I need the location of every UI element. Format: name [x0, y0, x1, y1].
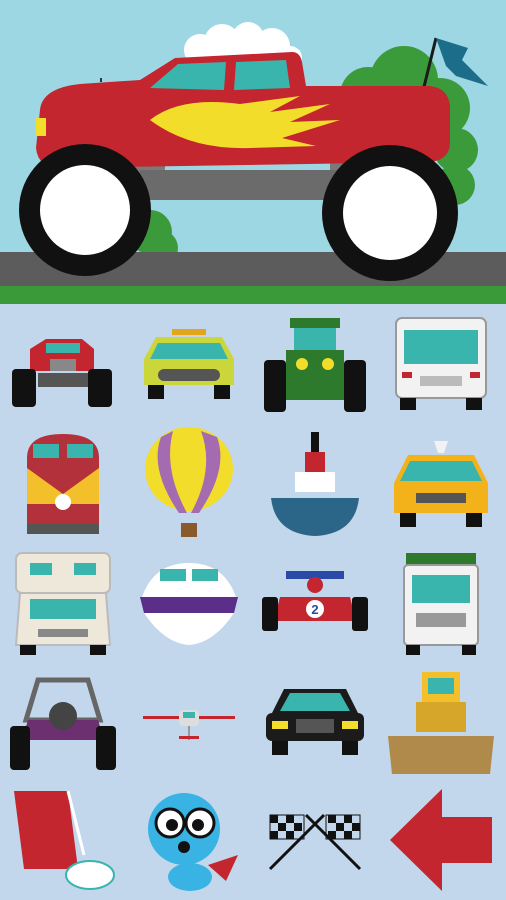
delivery-truck-icon [395, 316, 487, 410]
dune-buggy-button[interactable] [0, 661, 126, 780]
monster-truck-large [0, 0, 506, 304]
limousine-button[interactable] [252, 661, 378, 780]
bulldozer-button[interactable] [378, 661, 504, 780]
back-arrow-button[interactable] [378, 780, 504, 899]
limousine-icon [266, 688, 364, 755]
taxi-icon [394, 440, 488, 527]
garbage-truck-button[interactable] [378, 542, 504, 661]
formula-race-car-icon: 2 [262, 570, 368, 631]
monster-truck-icon [12, 338, 112, 407]
train-icon [27, 433, 99, 534]
vehicle-grid: 2 [0, 304, 506, 900]
back-arrow-icon [390, 788, 492, 891]
checkered-flags-button[interactable] [252, 780, 378, 899]
paint-roller-icon [14, 790, 115, 890]
tractor-button[interactable] [252, 304, 378, 423]
wheel-icon [322, 145, 458, 281]
wheel-icon [19, 144, 151, 276]
race-car-yellow-button[interactable] [126, 304, 252, 423]
tractor-icon [264, 317, 366, 412]
race-car-number: 2 [311, 602, 318, 617]
speedboat-button[interactable] [126, 542, 252, 661]
taxi-button[interactable] [378, 423, 504, 542]
hot-air-balloon-icon [145, 426, 233, 537]
speedboat-icon [140, 562, 238, 645]
hero-scene [0, 0, 506, 304]
rv-camper-button[interactable] [0, 542, 126, 661]
race-car-yellow-icon [144, 328, 234, 399]
paint-roller-button[interactable] [0, 780, 126, 899]
tugboat-icon [271, 431, 359, 536]
tugboat-button[interactable] [252, 423, 378, 542]
monster-truck-button[interactable] [0, 304, 126, 423]
dune-buggy-icon [10, 677, 116, 770]
rv-camper-icon [14, 551, 112, 655]
mascot-character-icon [148, 792, 238, 891]
train-button[interactable] [0, 423, 126, 542]
delivery-truck-button[interactable] [378, 304, 504, 423]
garbage-truck-icon [403, 552, 479, 655]
airplane-button[interactable] [126, 661, 252, 780]
airplane-icon [143, 709, 235, 740]
formula-race-car-button[interactable]: 2 [252, 542, 378, 661]
hot-air-balloon-button[interactable] [126, 423, 252, 542]
checkered-flags-icon [268, 813, 362, 870]
bulldozer-icon [388, 671, 494, 774]
mascot-character-button[interactable] [126, 780, 252, 899]
